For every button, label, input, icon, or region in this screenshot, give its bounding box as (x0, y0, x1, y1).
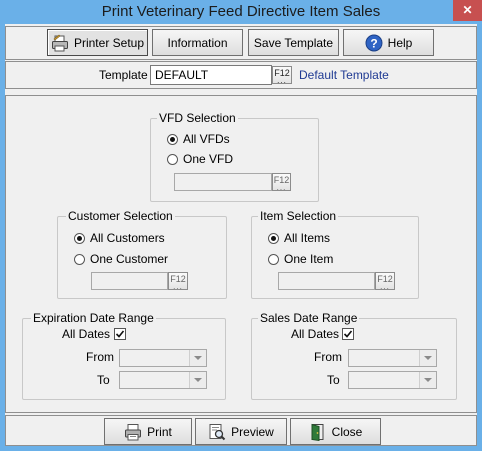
close-button[interactable]: Close (290, 418, 381, 445)
customer-one-radio[interactable]: One Customer (74, 251, 168, 267)
sales-all-dates-label: All Dates (291, 327, 340, 341)
vfd-selection-legend: VFD Selection (157, 111, 238, 125)
radio-selected-icon (74, 232, 85, 244)
vfd-lookup-button[interactable]: F12 ... (272, 173, 291, 192)
checkmark-icon (115, 330, 125, 338)
template-description: Default Template (299, 68, 389, 82)
expiration-to-label: To (97, 373, 110, 387)
window-frame-bottom (0, 446, 482, 451)
expiration-to-select[interactable] (119, 371, 207, 389)
help-icon: ? (365, 34, 383, 52)
sales-to-select[interactable] (348, 371, 437, 389)
radio-selected-icon (268, 232, 279, 244)
ellipsis-icon: ... (173, 282, 183, 291)
customer-lookup-button[interactable]: F12 ... (168, 272, 188, 291)
chevron-down-icon (419, 350, 436, 366)
sales-from-label: From (314, 350, 342, 364)
window-frame-right (477, 24, 482, 451)
expiration-from-select[interactable] (119, 349, 207, 367)
printer-setup-label: Printer Setup (73, 35, 145, 50)
chevron-down-icon (189, 372, 206, 388)
expiration-date-legend: Expiration Date Range (31, 311, 156, 325)
expiration-all-dates-label: All Dates (62, 327, 111, 341)
customer-one-label: One Customer (90, 252, 169, 266)
ellipsis-icon: ... (277, 76, 287, 85)
template-lookup-button[interactable]: F12 ... (272, 66, 292, 85)
window-title: Print Veterinary Feed Directive Item Sal… (101, 3, 381, 20)
print-button[interactable]: Print (104, 418, 192, 445)
radio-unselected-icon (167, 153, 178, 165)
radio-unselected-icon (268, 253, 279, 265)
item-one-label: One Item (284, 252, 334, 266)
item-number-input[interactable] (278, 272, 375, 290)
print-label: Print (147, 424, 172, 439)
template-input[interactable]: DEFAULT (150, 65, 272, 85)
expiration-from-label: From (86, 350, 114, 364)
preview-icon (208, 423, 226, 441)
chevron-down-icon (419, 372, 436, 388)
save-template-button[interactable]: Save Template (248, 29, 339, 56)
expiration-all-dates-checkbox[interactable] (114, 328, 126, 340)
vfd-number-input[interactable] (174, 173, 272, 191)
checkmark-icon (343, 330, 353, 338)
vfd-all-radio[interactable]: All VFDs (167, 131, 230, 147)
window-close-button[interactable]: ✕ (453, 0, 482, 21)
customer-all-radio[interactable]: All Customers (74, 230, 165, 246)
sales-date-legend: Sales Date Range (258, 311, 360, 325)
item-all-label: All Items (284, 231, 331, 245)
print-icon (124, 423, 142, 441)
template-label: Template (99, 68, 148, 82)
information-label: Information (167, 35, 228, 50)
customer-number-input[interactable] (91, 272, 168, 290)
sales-all-dates-checkbox[interactable] (342, 328, 354, 340)
item-selection-legend: Item Selection (258, 209, 339, 223)
customer-selection-legend: Customer Selection (66, 209, 175, 223)
help-label: Help (387, 35, 413, 50)
item-lookup-button[interactable]: F12 ... (375, 272, 395, 291)
radio-unselected-icon (74, 253, 85, 265)
close-door-icon (309, 423, 327, 441)
preview-button[interactable]: Preview (195, 418, 287, 445)
printer-setup-button[interactable]: Printer Setup (47, 29, 148, 56)
vfd-one-radio[interactable]: One VFD (167, 151, 233, 167)
item-all-radio[interactable]: All Items (268, 230, 330, 246)
close-label: Close (331, 424, 363, 439)
vfd-one-label: One VFD (183, 152, 234, 166)
sales-to-label: To (327, 373, 340, 387)
vfd-all-label: All VFDs (183, 132, 230, 146)
svg-text:?: ? (370, 36, 377, 50)
sales-from-select[interactable] (348, 349, 437, 367)
information-button[interactable]: Information (152, 29, 243, 56)
item-one-radio[interactable]: One Item (268, 251, 333, 267)
radio-selected-icon (167, 133, 178, 145)
ellipsis-icon: ... (380, 282, 390, 291)
customer-all-label: All Customers (90, 231, 165, 245)
help-button[interactable]: ? Help (343, 29, 434, 56)
printer-setup-icon (51, 34, 69, 52)
ellipsis-icon: ... (276, 183, 287, 192)
preview-label: Preview (231, 424, 274, 439)
save-template-label: Save Template (253, 35, 334, 50)
chevron-down-icon (189, 350, 206, 366)
